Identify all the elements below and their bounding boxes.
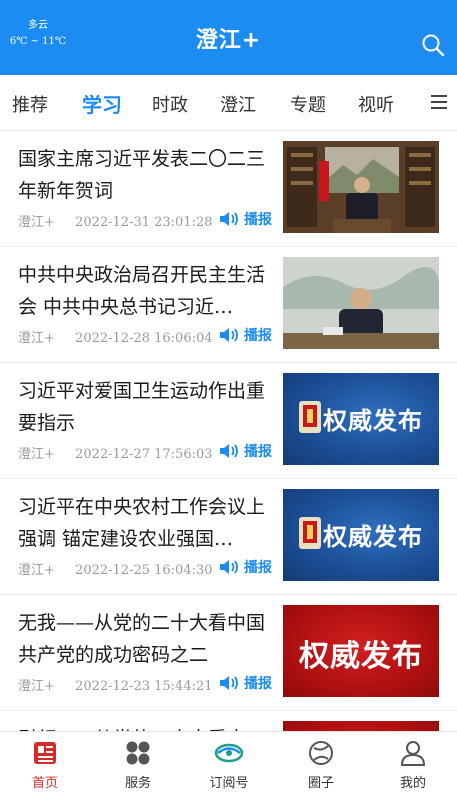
bottom-navigation: 首页 服务 订阅号 圈子 我的 [0, 731, 457, 800]
nav-label: 订阅号 [209, 776, 249, 791]
news-source: 澄江+ [18, 215, 55, 230]
news-time: 2022-12-28 16:06:04 [75, 331, 213, 346]
news-thumbnail[interactable]: 权威发布 [283, 605, 439, 697]
play-label: 播报 [244, 560, 272, 576]
news-title[interactable]: 无我——从党的二十大看中国共产党的成功密码之二 [18, 607, 274, 671]
emblem-icon [299, 517, 321, 549]
meeting-photo [283, 257, 439, 349]
speech-photo [283, 141, 439, 233]
news-thumbnail[interactable]: 权威发布 [283, 373, 439, 465]
play-audio-button[interactable]: 播报 [218, 441, 272, 461]
news-source: 澄江+ [18, 331, 55, 346]
play-label: 播报 [244, 328, 272, 344]
nav-label: 我的 [399, 776, 426, 791]
menu-icon-line [431, 101, 447, 103]
nav-circles[interactable]: 圈子 [286, 740, 356, 791]
play-audio-button[interactable]: 播报 [218, 673, 272, 693]
news-time: 2022-12-27 17:56:03 [75, 447, 213, 462]
tab-chengjiang[interactable]: 澄江 [220, 91, 256, 117]
menu-icon-line [431, 95, 447, 97]
news-thumbnail[interactable] [283, 141, 439, 233]
play-audio-button[interactable]: 播报 [218, 557, 272, 577]
news-meta: 澄江+ 2022-12-25 16:04:30 [18, 559, 213, 578]
authoritative-release-badge: 权威发布 [323, 523, 423, 551]
news-time: 2022-12-25 16:04:30 [75, 563, 213, 578]
category-tabs: 推荐 学习 时政 澄江 专题 视听 [0, 75, 457, 131]
nav-services[interactable]: 服务 [103, 740, 173, 791]
emblem-icon [299, 401, 321, 433]
news-meta: 澄江+ 2022-12-31 23:01:28 [18, 211, 213, 230]
menu-icon-line [431, 107, 447, 109]
subscribe-icon [214, 743, 244, 763]
news-title[interactable]: 引领——从党的二十大看中 [18, 723, 274, 731]
news-title[interactable]: 中共中央政治局召开民主生活会 中共中央总书记习近… [18, 259, 274, 323]
authoritative-release-badge: 权威发布 [323, 407, 423, 435]
nav-home[interactable]: 首页 [10, 740, 80, 791]
play-audio-button[interactable]: 播报 [218, 209, 272, 229]
news-thumbnail[interactable] [283, 721, 439, 731]
news-item[interactable]: 中共中央政治局召开民主生活会 中共中央总书记习近… 澄江+ 2022-12-28… [0, 247, 457, 363]
home-news-icon [34, 742, 56, 764]
tab-study[interactable]: 学习 [82, 89, 122, 118]
news-meta: 澄江+ 2022-12-27 17:56:03 [18, 443, 213, 462]
speaker-icon [220, 212, 238, 226]
nav-label: 首页 [31, 776, 58, 791]
play-audio-button[interactable]: 播报 [218, 325, 272, 345]
news-source: 澄江+ [18, 447, 55, 462]
tabs-menu-button[interactable] [431, 95, 447, 109]
news-item[interactable]: 习近平在中央农村工作会议上强调 锚定建设农业强国… 澄江+ 2022-12-25… [0, 479, 457, 595]
tab-politics[interactable]: 时政 [152, 91, 188, 117]
news-title[interactable]: 习近平在中央农村工作会议上强调 锚定建设农业强国… [18, 491, 274, 555]
news-title[interactable]: 国家主席习近平发表二〇二三年新年贺词 [18, 143, 274, 207]
news-item[interactable]: 无我——从党的二十大看中国共产党的成功密码之二 澄江+ 2022-12-23 1… [0, 595, 457, 711]
tab-topics[interactable]: 专题 [290, 91, 326, 117]
app-title: 澄江+ [195, 28, 262, 53]
play-label: 播报 [244, 444, 272, 460]
news-source: 澄江+ [18, 679, 55, 694]
news-source: 澄江+ [18, 563, 55, 578]
search-button[interactable] [421, 33, 445, 57]
news-title[interactable]: 习近平对爱国卫生运动作出重要指示 [18, 375, 274, 439]
speaker-icon [220, 676, 238, 690]
news-item[interactable]: 引领——从党的二十大看中 [0, 711, 457, 731]
user-icon [400, 741, 426, 766]
app-header: 多云 6℃ ~ 11℃ 澄江+ [0, 0, 457, 75]
nav-label: 服务 [124, 776, 151, 791]
nav-profile[interactable]: 我的 [378, 740, 448, 791]
news-time: 2022-12-23 15:44:21 [75, 679, 213, 694]
news-thumbnail[interactable]: 权威发布 [283, 489, 439, 581]
speaker-icon [220, 444, 238, 458]
news-item[interactable]: 习近平对爱国卫生运动作出重要指示 澄江+ 2022-12-27 17:56:03… [0, 363, 457, 479]
search-icon [422, 34, 445, 57]
grid-icon [126, 741, 150, 765]
nav-label: 圈子 [307, 776, 334, 791]
tab-recommend[interactable]: 推荐 [12, 91, 48, 117]
news-item[interactable]: 国家主席习近平发表二〇二三年新年贺词 澄江+ 2022-12-31 23:01:… [0, 131, 457, 247]
news-time: 2022-12-31 23:01:28 [75, 215, 213, 230]
nav-subscriptions[interactable]: 订阅号 [194, 740, 264, 791]
tab-audiovisual[interactable]: 视听 [358, 91, 394, 117]
news-feed[interactable]: 国家主席习近平发表二〇二三年新年贺词 澄江+ 2022-12-31 23:01:… [0, 131, 457, 731]
news-thumbnail[interactable] [283, 257, 439, 349]
speaker-icon [220, 560, 238, 574]
speaker-icon [220, 328, 238, 342]
circle-icon [309, 741, 333, 765]
play-label: 播报 [244, 676, 272, 692]
play-label: 播报 [244, 212, 272, 228]
news-meta: 澄江+ 2022-12-23 15:44:21 [18, 675, 213, 694]
news-meta: 澄江+ 2022-12-28 16:06:04 [18, 327, 213, 346]
authoritative-release-badge: 权威发布 [299, 639, 423, 674]
